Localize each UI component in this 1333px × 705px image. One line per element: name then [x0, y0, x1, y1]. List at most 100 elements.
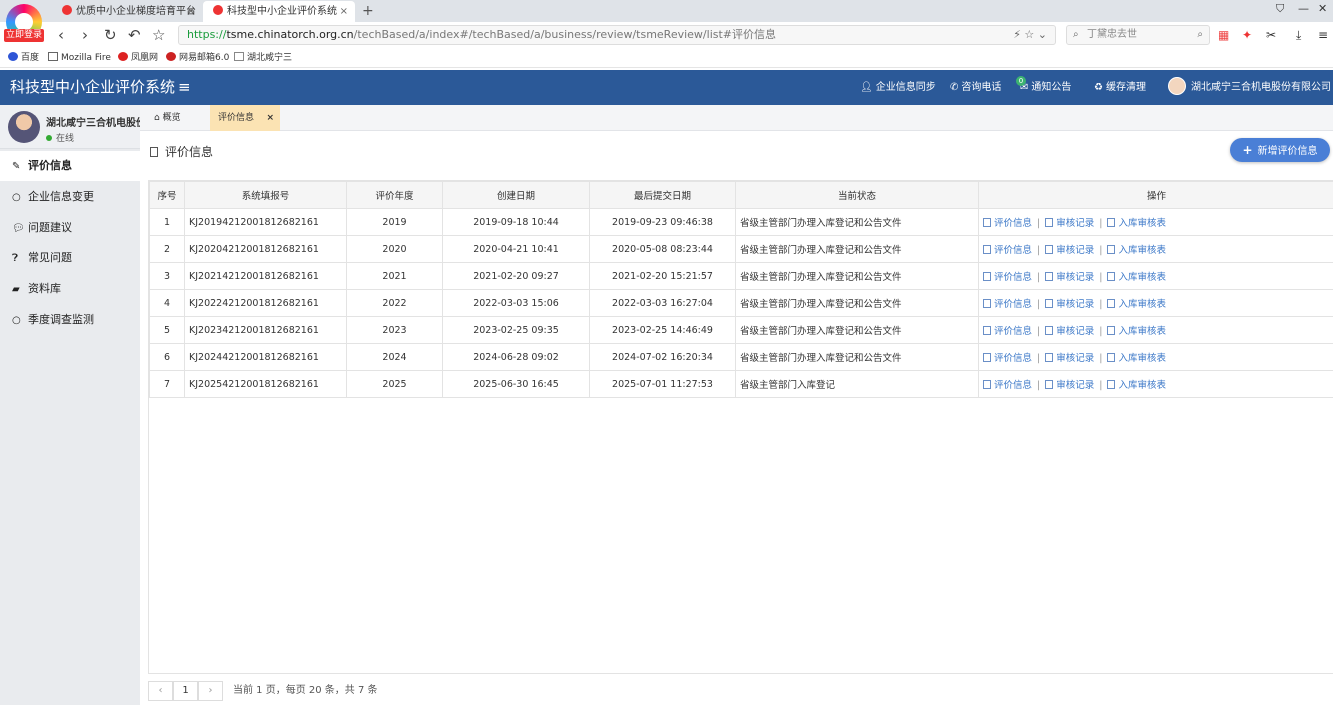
- action-label: 审核记录: [1056, 353, 1095, 364]
- storage-review-form-link[interactable]: 入库审核表: [1107, 380, 1166, 391]
- view-evaluation-link[interactable]: 评价信息: [983, 218, 1032, 229]
- action-separator: |: [1099, 380, 1103, 391]
- hamburger-menu-icon[interactable]: ≡: [178, 70, 191, 105]
- document-icon: [1107, 380, 1116, 389]
- menu-icon[interactable]: ≡: [1318, 27, 1328, 43]
- storage-review-form-link[interactable]: 入库审核表: [1107, 272, 1166, 283]
- document-icon: [1107, 326, 1116, 335]
- notification-count-badge: 0: [1016, 76, 1026, 86]
- table-row: 4 KJ20224212001812682161 2022 2022-03-03 15…: [149, 289, 1333, 317]
- prev-page-button[interactable]: ‹: [148, 681, 173, 701]
- storage-review-form-link[interactable]: 入库审核表: [1107, 218, 1166, 229]
- sidebar-item-quarterly-survey[interactable]: ○ 季度调查监测: [0, 305, 140, 335]
- pager-summary: 当前 1 页，每页 20 条，共 7 条: [233, 685, 378, 696]
- online-dot-icon: [46, 135, 52, 141]
- search-submit-icon[interactable]: ⌕: [1197, 26, 1203, 44]
- undo-icon[interactable]: ↶: [128, 25, 141, 45]
- action-label: 审核记录: [1056, 299, 1095, 310]
- storage-review-form-link[interactable]: 入库审核表: [1107, 326, 1166, 337]
- apps-icon[interactable]: ▦: [1218, 27, 1229, 43]
- view-evaluation-link[interactable]: 评价信息: [983, 380, 1032, 391]
- storage-review-form-link[interactable]: 入库审核表: [1107, 245, 1166, 256]
- close-tab-1-icon[interactable]: ×: [187, 1, 195, 22]
- action-separator: |: [1037, 380, 1041, 391]
- column-header: 创建日期: [442, 181, 590, 209]
- bookmark-mozilla[interactable]: Mozilla Fire: [48, 50, 111, 66]
- shirt-icon[interactable]: ⛉: [1276, 2, 1284, 16]
- bookmark-hubei[interactable]: 湖北咸宁三: [234, 50, 292, 66]
- forward-icon[interactable]: ›: [82, 25, 88, 45]
- sync-company-info-button[interactable]: 👤︎ 企业信息同步: [860, 70, 936, 105]
- tab-evaluation[interactable]: 评价信息 ×: [210, 105, 280, 131]
- phone-icon: ✆: [950, 82, 959, 93]
- table-cell: 2025-06-30 16:45: [442, 370, 590, 398]
- storage-review-form-link[interactable]: 入库审核表: [1107, 353, 1166, 364]
- close-window-icon[interactable]: ✕: [1318, 2, 1327, 15]
- clear-cache-button[interactable]: ♻ 缓存清理: [1094, 70, 1146, 105]
- view-evaluation-link[interactable]: 评价信息: [983, 245, 1032, 256]
- recycle-icon: ♻: [1094, 82, 1103, 93]
- bookmark-163mail[interactable]: 网易邮箱6.0: [166, 50, 229, 66]
- bookmark-baidu[interactable]: 百度: [8, 50, 39, 66]
- row-actions: 评价信息 | 审核记录 | 入库审核表: [978, 289, 1333, 317]
- address-bar[interactable]: https://tsme.chinatorch.org.cn/techBased…: [178, 25, 1056, 45]
- next-page-button[interactable]: ›: [198, 681, 223, 701]
- sidebar-item-suggestions[interactable]: 💬︎ 问题建议: [0, 213, 140, 243]
- document-icon: [1107, 272, 1116, 281]
- action-separator: |: [1099, 299, 1103, 310]
- action-separator: |: [1099, 245, 1103, 256]
- search-input[interactable]: ⌕ 丁黛忠去世 ⌕: [1066, 25, 1210, 45]
- view-evaluation-link[interactable]: 评价信息: [983, 326, 1032, 337]
- view-evaluation-link[interactable]: 评价信息: [983, 299, 1032, 310]
- download-icon[interactable]: ⤓: [1296, 27, 1301, 43]
- close-tab-2-icon[interactable]: ×: [340, 1, 348, 22]
- page-number[interactable]: 1: [173, 681, 198, 701]
- add-evaluation-button[interactable]: + 新增评价信息: [1230, 138, 1330, 162]
- consult-phone-button[interactable]: ✆ 咨询电话: [950, 70, 1001, 105]
- star-icon[interactable]: ☆: [152, 25, 165, 45]
- minimize-icon[interactable]: —: [1298, 2, 1309, 15]
- sidebar-item-faq[interactable]: ❓︎ 常见问题: [0, 243, 140, 273]
- document-icon: [1045, 272, 1054, 281]
- sidebar-item-library[interactable]: ▰ 资料库: [0, 274, 140, 304]
- review-record-link[interactable]: 审核记录: [1045, 299, 1094, 310]
- tab-overview[interactable]: ⌂ 概览: [146, 105, 189, 131]
- back-icon[interactable]: ‹: [58, 25, 64, 45]
- view-evaluation-link[interactable]: 评价信息: [983, 272, 1032, 283]
- view-evaluation-link[interactable]: 评价信息: [983, 353, 1032, 364]
- game-icon[interactable]: ✦: [1242, 27, 1252, 43]
- browser-tab-2[interactable]: 科技型中小企业评价系统 ×: [203, 1, 355, 22]
- row-actions: 评价信息 | 审核记录 | 入库审核表: [978, 316, 1333, 344]
- close-tab-icon[interactable]: ×: [266, 105, 274, 131]
- home-icon: ⌂: [154, 113, 163, 123]
- review-record-link[interactable]: 审核记录: [1045, 245, 1094, 256]
- login-badge[interactable]: 立即登录: [4, 29, 44, 42]
- document-icon: [1107, 353, 1116, 362]
- notice-button[interactable]: ✉ 通知公告: [1020, 70, 1071, 105]
- review-record-link[interactable]: 审核记录: [1045, 353, 1094, 364]
- table-cell: 2021-02-20 09:27: [442, 262, 590, 290]
- bookmark-ifeng[interactable]: 凤凰网: [118, 50, 158, 66]
- table-cell: 1: [149, 208, 185, 236]
- review-record-link[interactable]: 审核记录: [1045, 272, 1094, 283]
- review-record-link[interactable]: 审核记录: [1045, 380, 1094, 391]
- action-label: 评价信息: [994, 353, 1033, 364]
- sidebar-item-evaluation[interactable]: ✎ 评价信息: [0, 151, 140, 181]
- browser-tab-1[interactable]: 优质中小企业梯度培育平台 ×: [52, 1, 202, 22]
- storage-review-form-link[interactable]: 入库审核表: [1107, 299, 1166, 310]
- sidebar-item-company-change[interactable]: ○ 企业信息变更: [0, 182, 140, 212]
- action-label: 入库审核表: [1118, 380, 1166, 391]
- scissors-icon[interactable]: ✂: [1266, 27, 1276, 43]
- new-tab-button[interactable]: +: [362, 1, 374, 21]
- user-menu[interactable]: 湖北咸宁三合机电股份有限公司: [1168, 70, 1331, 105]
- table-row: 6 KJ20244212001812682161 2024 2024-06-28 09…: [149, 343, 1333, 371]
- phoenix-icon: [118, 52, 128, 61]
- table-cell: 2021: [346, 262, 443, 290]
- review-record-link[interactable]: 审核记录: [1045, 218, 1094, 229]
- action-label: 评价信息: [994, 272, 1033, 283]
- reload-icon[interactable]: ↻: [104, 25, 117, 45]
- table-cell: 2025: [346, 370, 443, 398]
- action-separator: |: [1037, 326, 1041, 337]
- bookmark-star-icon[interactable]: ⚡ ☆ ⌄: [1013, 26, 1047, 44]
- review-record-link[interactable]: 审核记录: [1045, 326, 1094, 337]
